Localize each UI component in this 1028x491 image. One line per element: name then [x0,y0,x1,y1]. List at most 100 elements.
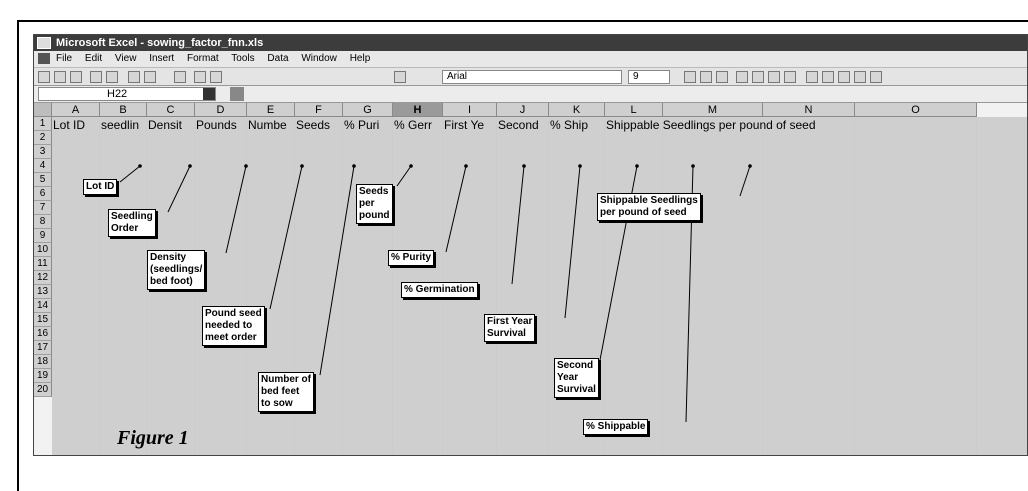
chevron-down-icon[interactable] [203,88,215,100]
annotation-shippable-per-pound: Shippable Seedlings per pound of seed [597,193,701,221]
row-header-6[interactable]: 6 [34,187,52,201]
row-header-1[interactable]: 1 [34,117,52,131]
cell-k1[interactable]: % Ship [550,118,605,132]
name-box-value: H22 [107,88,128,100]
column-header-l[interactable]: L [605,103,663,117]
row-header-19[interactable]: 19 [34,369,52,383]
workbook-icon[interactable] [38,53,50,64]
row-header-15[interactable]: 15 [34,313,52,327]
comma-icon[interactable] [838,71,850,83]
currency-icon[interactable] [806,71,818,83]
annotation-seeds-per-pound: Seeds per pound [356,184,393,224]
annotation-shippable: % Shippable [583,419,649,435]
cell-e1[interactable]: Numbe [248,118,295,132]
cell-i1[interactable]: First Ye [444,118,497,132]
row-header-18[interactable]: 18 [34,355,52,369]
cell-c1[interactable]: Densit [148,118,195,132]
column-header-e[interactable]: E [247,103,295,117]
row-header-12[interactable]: 12 [34,271,52,285]
menu-bar: File Edit View Insert Format Tools Data … [34,51,1027,67]
menu-edit[interactable]: Edit [85,53,102,64]
column-header-a[interactable]: A [52,103,100,117]
chart-wizard-icon[interactable] [194,71,206,83]
row-header-9[interactable]: 9 [34,229,52,243]
column-header-d[interactable]: D [195,103,247,117]
merge-center-icon[interactable] [784,71,796,83]
cell-g1[interactable]: % Puri [344,118,393,132]
select-all-corner[interactable] [34,103,52,117]
align-right-icon[interactable] [768,71,780,83]
standard-toolbar: Arial 9 [34,67,1027,86]
help-icon[interactable] [210,71,222,83]
cell-j1[interactable]: Second [498,118,549,132]
underline-icon[interactable] [716,71,728,83]
menu-file[interactable]: File [56,53,72,64]
column-header-b[interactable]: B [100,103,147,117]
row-header-17[interactable]: 17 [34,341,52,355]
decrease-decimal-icon[interactable] [870,71,882,83]
cell-a1[interactable]: Lot ID [53,118,100,132]
title-bar[interactable]: Microsoft Excel - sowing_factor_fnn.xls [34,35,1027,51]
column-gridline [246,117,247,455]
column-header-g[interactable]: G [343,103,393,117]
increase-decimal-icon[interactable] [854,71,866,83]
undo-icon[interactable] [128,71,140,83]
column-gridline [548,117,549,455]
row-header-13[interactable]: 13 [34,285,52,299]
percent-icon[interactable] [822,71,834,83]
row-header-14[interactable]: 14 [34,299,52,313]
cell-d1[interactable]: Pounds [196,118,247,132]
menu-view[interactable]: View [115,53,137,64]
print-preview-icon[interactable] [106,71,118,83]
name-box[interactable]: H22 [38,87,216,101]
column-header-i[interactable]: I [443,103,497,117]
column-header-k[interactable]: K [549,103,605,117]
row-header-3[interactable]: 3 [34,145,52,159]
autosum-icon[interactable] [174,71,186,83]
row-header-11[interactable]: 11 [34,257,52,271]
formula-equals-icon[interactable] [230,87,244,101]
column-header-m[interactable]: M [663,103,763,117]
excel-window: Microsoft Excel - sowing_factor_fnn.xls … [33,34,1028,456]
column-gridline [342,117,343,455]
annotation-pound-seed: Pound seed needed to meet order [202,306,265,346]
bold-icon[interactable] [684,71,696,83]
redo-icon[interactable] [144,71,156,83]
row-header-2[interactable]: 2 [34,131,52,145]
menu-insert[interactable]: Insert [149,53,174,64]
font-name-select[interactable]: Arial [442,70,622,84]
cell-l1[interactable]: Shippable Seedlings per pound of seed [606,118,966,132]
cell-b1[interactable]: seedlin [101,118,147,132]
menu-data[interactable]: Data [267,53,288,64]
column-header-j[interactable]: J [497,103,549,117]
new-icon[interactable] [38,71,50,83]
menu-format[interactable]: Format [187,53,219,64]
align-center-icon[interactable] [752,71,764,83]
row-header-16[interactable]: 16 [34,327,52,341]
column-header-o[interactable]: O [855,103,977,117]
menu-help[interactable]: Help [350,53,371,64]
row-header-8[interactable]: 8 [34,215,52,229]
align-left-icon[interactable] [736,71,748,83]
print-icon[interactable] [90,71,102,83]
row-header-7[interactable]: 7 [34,201,52,215]
row-header-20[interactable]: 20 [34,383,52,397]
column-header-f[interactable]: F [295,103,343,117]
cell-f1[interactable]: Seeds [296,118,343,132]
column-gridline [662,117,663,455]
italic-icon[interactable] [700,71,712,83]
menu-window[interactable]: Window [301,53,337,64]
menu-tools[interactable]: Tools [231,53,254,64]
row-header-4[interactable]: 4 [34,159,52,173]
column-header-n[interactable]: N [763,103,855,117]
row-header-10[interactable]: 10 [34,243,52,257]
save-icon[interactable] [70,71,82,83]
font-size-select[interactable]: 9 [628,70,670,84]
column-header-h[interactable]: H [393,103,443,117]
row-header-5[interactable]: 5 [34,173,52,187]
toolbar-options-icon[interactable] [394,71,406,83]
open-icon[interactable] [54,71,66,83]
annotation-bed-feet: Number of bed feet to sow [258,372,314,412]
column-header-c[interactable]: C [147,103,195,117]
cell-h1[interactable]: % Gerr [394,118,443,132]
